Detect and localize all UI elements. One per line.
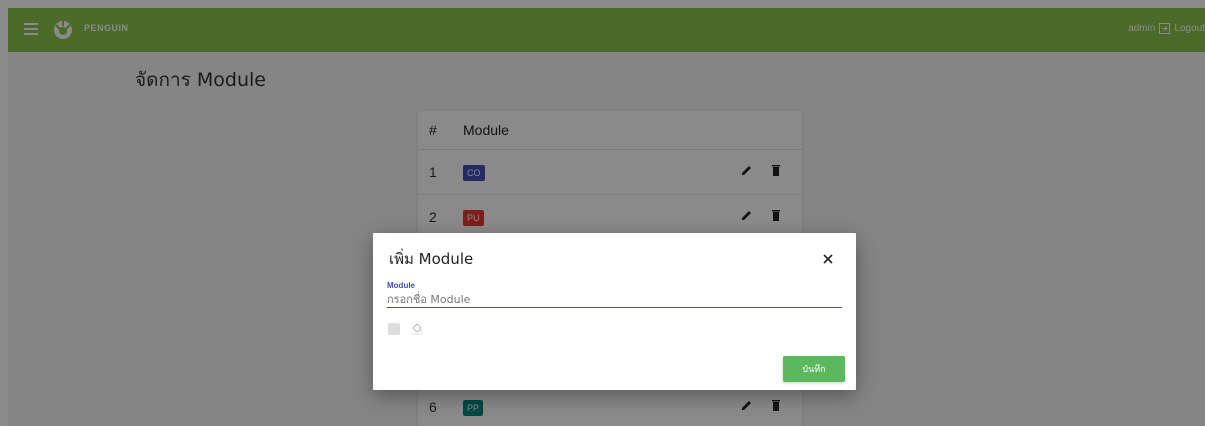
paint-bucket-icon[interactable]: [410, 321, 424, 335]
dialog-title: เพิ่ม Module: [389, 250, 474, 268]
color-swatch[interactable]: [388, 323, 400, 335]
close-icon[interactable]: [821, 252, 835, 266]
module-name-input[interactable]: [387, 291, 842, 308]
add-module-dialog: เพิ่ม Module Module บันทึก: [373, 233, 856, 390]
module-field-label: Module: [387, 281, 415, 290]
save-button[interactable]: บันทึก: [783, 356, 845, 382]
